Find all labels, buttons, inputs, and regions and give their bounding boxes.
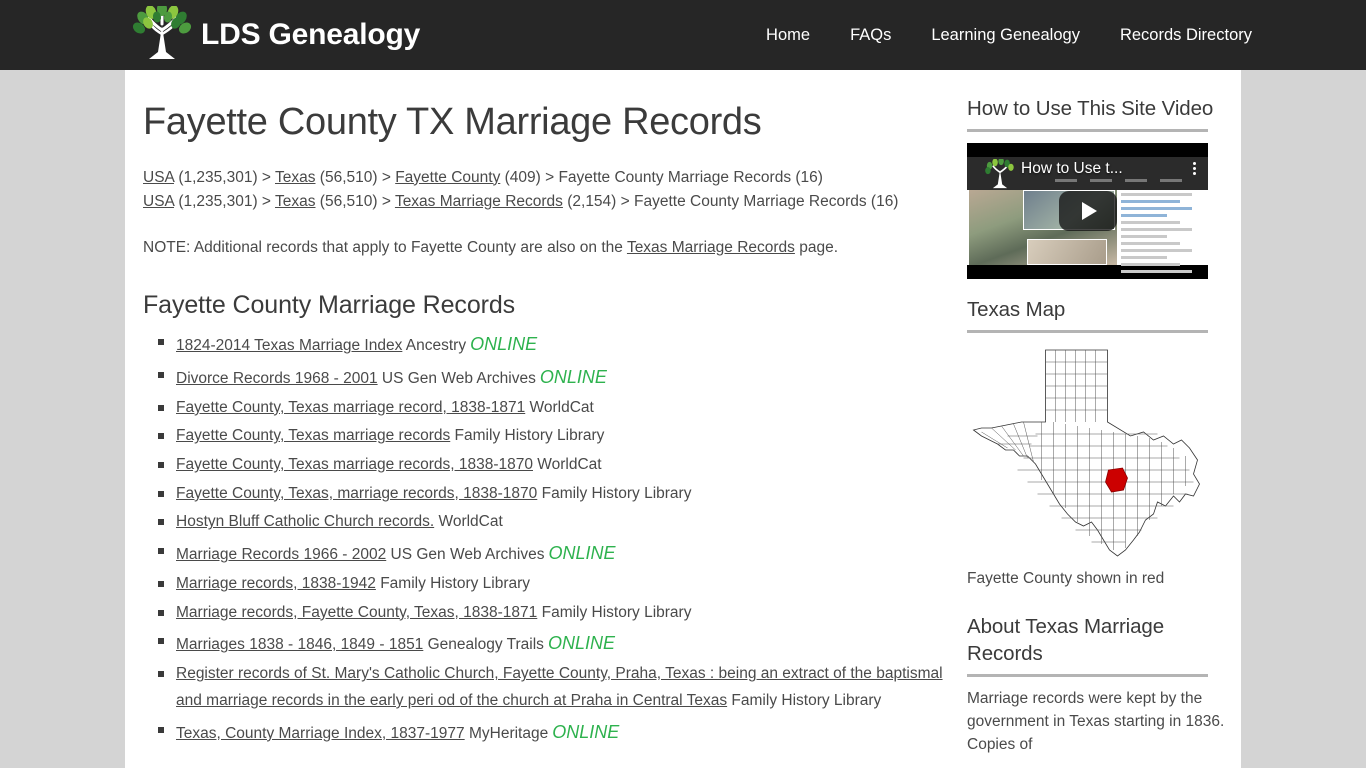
note-suffix: page. (794, 238, 839, 256)
note-prefix: NOTE: Additional records that apply to F… (143, 238, 627, 256)
list-item: Fayette County, Texas marriage records, … (158, 451, 948, 480)
breadcrumb-link-2[interactable]: Texas (275, 193, 316, 210)
divider (967, 330, 1208, 334)
play-button[interactable] (1058, 191, 1117, 232)
video-nav-stub (1055, 179, 1182, 183)
online-badge: ONLINE (539, 366, 607, 387)
list-item: Fayette County, Texas marriage record, 1… (158, 394, 948, 423)
breadcrumb-line-2: USA (1,235,301) > Texas (56,510) > Texas… (143, 190, 948, 214)
breadcrumb-line-1: USA (1,235,301) > Texas (56,510) > Fayet… (143, 166, 948, 190)
list-item: Marriages 1838 - 1846, 1849 - 1851 Genea… (158, 627, 948, 660)
list-item: Texas, County Marriage Index, 1837-1977 … (158, 716, 948, 749)
nav-item-faqs[interactable]: FAQs (850, 26, 891, 45)
record-link[interactable]: Marriages 1838 - 1846, 1849 - 1851 (176, 636, 423, 653)
record-source: WorldCat (525, 398, 594, 416)
list-item: Hostyn Bluff Catholic Church records. Wo… (158, 508, 948, 537)
divider (967, 673, 1208, 677)
breadcrumb-link-4[interactable]: Fayette County (395, 169, 500, 186)
sidebar-heading-map: Texas Map (967, 298, 1066, 322)
list-item: Fayette County, Texas, marriage records,… (158, 480, 948, 509)
brand-name: LDS Genealogy (201, 18, 421, 51)
breadcrumb-link-0[interactable]: USA (143, 193, 174, 210)
list-item: Fayette County, Texas marriage records F… (158, 422, 948, 451)
page-title: Fayette County TX Marriage Records (143, 101, 762, 143)
record-link[interactable]: Fayette County, Texas marriage records, … (176, 456, 533, 473)
main-content: Fayette County TX Marriage Records USA (… (143, 70, 948, 749)
video-more-options-icon[interactable] (1193, 162, 1196, 176)
record-link[interactable]: Marriage records, Fayette County, Texas,… (176, 604, 537, 621)
texas-county-map (972, 350, 1200, 557)
breadcrumb-text-5: (409) > Fayette County Marriage Records … (500, 168, 823, 186)
list-item: Divorce Records 1968 - 2001 US Gen Web A… (158, 361, 948, 394)
page-container: Fayette County TX Marriage Records USA (… (125, 70, 1241, 768)
breadcrumb-link-2[interactable]: Texas (275, 169, 316, 186)
breadcrumb-text-1: (1,235,301) > (174, 168, 275, 186)
record-source: Family History Library (727, 691, 882, 709)
records-list: 1824-2014 Texas Marriage Index Ancestry O… (143, 328, 948, 749)
brand-logo-link[interactable]: LDS Genealogy (131, 6, 420, 64)
nav-item-learning-genealogy[interactable]: Learning Genealogy (931, 26, 1080, 45)
record-link[interactable]: 1824-2014 Texas Marriage Index (176, 337, 402, 354)
list-item: Marriage Records 1966 - 2002 US Gen Web … (158, 537, 948, 570)
record-source: US Gen Web Archives (377, 369, 536, 387)
divider (967, 129, 1208, 133)
nav-item-records-directory[interactable]: Records Directory (1120, 26, 1252, 45)
record-source: Family History Library (450, 427, 605, 445)
online-badge: ONLINE (552, 721, 620, 742)
list-item: Register records of St. Mary's Catholic … (158, 660, 948, 715)
note-text: NOTE: Additional records that apply to F… (143, 236, 948, 259)
map-caption: Fayette County shown in red (967, 570, 1165, 588)
record-source: US Gen Web Archives (386, 546, 545, 564)
breadcrumb-text-3: (56,510) > (315, 168, 396, 186)
list-item: Marriage records, 1838-1942 Family Histo… (158, 570, 948, 599)
video-title: How to Use t... (1021, 160, 1123, 178)
list-item: 1824-2014 Texas Marriage Index Ancestry O… (158, 328, 948, 361)
site-header: LDS Genealogy Home FAQs Learning Genealo… (0, 0, 1366, 70)
nav-item-home[interactable]: Home (766, 26, 810, 45)
record-source: Family History Library (537, 603, 692, 621)
online-badge: ONLINE (547, 633, 615, 654)
breadcrumb-text-3: (56,510) > (315, 192, 395, 210)
record-link[interactable]: Fayette County, Texas marriage records (176, 427, 450, 444)
breadcrumb-link-4[interactable]: Texas Marriage Records (395, 193, 563, 210)
note-link-texas-marriage-records[interactable]: Texas Marriage Records (627, 239, 795, 256)
record-link[interactable]: Texas, County Marriage Index, 1837-1977 (176, 725, 465, 742)
breadcrumb-link-0[interactable]: USA (143, 169, 174, 186)
breadcrumb: USA (1,235,301) > Texas (56,510) > Fayet… (143, 166, 948, 214)
breadcrumb-text-1: (1,235,301) > (174, 192, 275, 210)
record-source: Family History Library (375, 575, 531, 593)
sidebar-heading-about: About Texas Marriage Records (967, 615, 1165, 665)
list-item: Marriage records, Fayette County, Texas,… (158, 599, 948, 628)
record-link[interactable]: Divorce Records 1968 - 2001 (176, 370, 378, 387)
breadcrumb-text-5: (2,154) > Fayette County Marriage Record… (562, 192, 899, 210)
sidebar: How to Use This Site Video How to Use t.… (967, 70, 1225, 757)
record-link[interactable]: Marriage records, 1838-1942 (176, 575, 376, 592)
record-link[interactable]: Hostyn Bluff Catholic Church records. (176, 513, 434, 530)
about-block: About Texas Marriage Records Marriage re… (967, 614, 1225, 756)
play-icon (1082, 202, 1097, 221)
record-source: Genealogy Trails (423, 636, 544, 654)
main-navigation: Home FAQs Learning Genealogy Records Dir… (766, 0, 1252, 70)
how-to-video-player[interactable]: How to Use t... (967, 143, 1208, 280)
record-link[interactable]: Fayette County, Texas marriage record, 1… (176, 399, 525, 416)
video-tree-logo-icon (985, 159, 1014, 189)
record-source: WorldCat (434, 513, 503, 531)
tree-logo-icon (132, 6, 192, 59)
record-source: MyHeritage (464, 724, 549, 742)
record-source: WorldCat (532, 456, 602, 474)
sidebar-heading-video: How to Use This Site Video (967, 97, 1214, 120)
record-link[interactable]: Fayette County, Texas, marriage records,… (176, 485, 537, 502)
record-source: Ancestry (402, 336, 467, 354)
about-text: Marriage records were kept by the govern… (967, 689, 1225, 753)
texas-map-block: Texas Map Fayette County shown in red (967, 297, 1225, 588)
section-heading: Fayette County Marriage Records (143, 290, 516, 319)
online-badge: ONLINE (470, 333, 538, 354)
record-link[interactable]: Marriage Records 1966 - 2002 (176, 546, 386, 563)
record-source: Family History Library (537, 484, 692, 502)
online-badge: ONLINE (548, 543, 616, 564)
